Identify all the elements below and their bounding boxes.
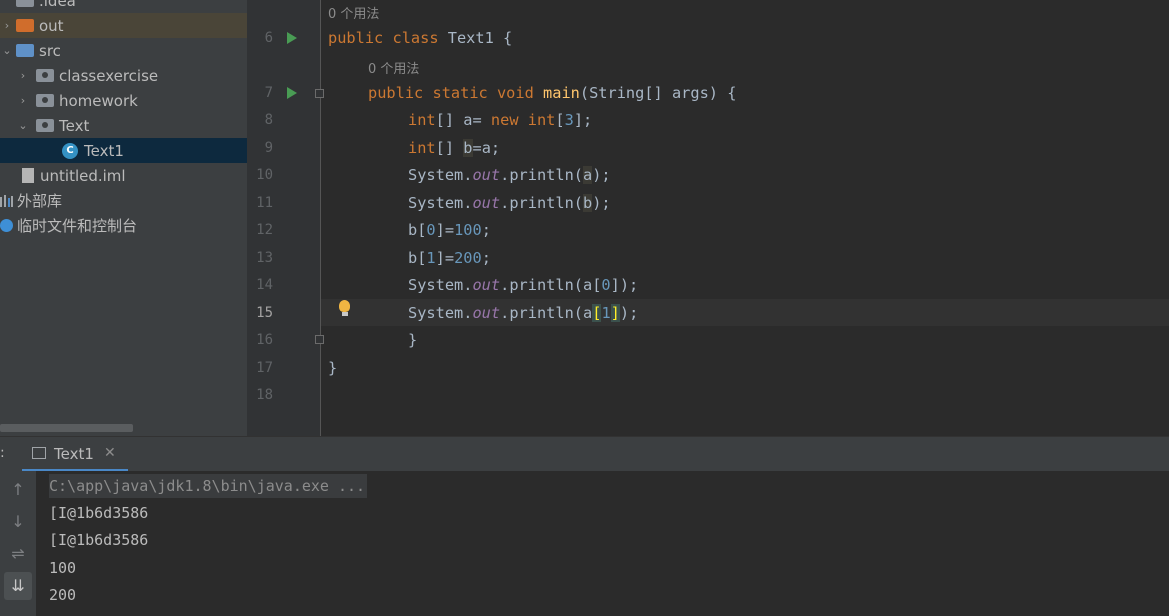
run-tab-text1[interactable]: Text1 ✕ [22, 437, 128, 472]
tree-item-label: out [39, 16, 64, 35]
code-line-17[interactable]: } [328, 357, 337, 379]
tree-item-out[interactable]: › out [0, 13, 247, 38]
code-line-6[interactable]: public class Text1 { [328, 27, 512, 49]
console-output-line: 100 [49, 559, 77, 577]
tree-item-label: untitled.iml [40, 166, 126, 185]
tree-item-label: src [39, 41, 61, 60]
chevron-right-icon[interactable]: › [16, 69, 30, 82]
package-icon [36, 69, 54, 82]
soft-wrap-icon[interactable]: ⇌ [4, 540, 32, 568]
usage-hint[interactable]: 0 个用法 [328, 3, 379, 22]
chevron-right-icon[interactable]: › [16, 94, 30, 107]
tree-item-label: Text1 [84, 141, 124, 160]
console-icon [32, 447, 46, 459]
line-number: 13 [256, 250, 273, 266]
chevron-right-icon[interactable]: › [0, 19, 14, 32]
line-number: 12 [256, 222, 273, 238]
console-output[interactable]: C:\app\java\jdk1.8\bin\java.exe ... [I@1… [36, 471, 1169, 616]
tree-item-classexercise[interactable]: › classexercise [0, 63, 247, 88]
tree-item-label: homework [59, 91, 138, 110]
chevron-down-icon[interactable]: ⌄ [16, 119, 30, 132]
console-output-line: [I@1b6d3586 [49, 504, 149, 522]
lightbulb-base [342, 312, 348, 316]
tool-window-label: : [0, 445, 5, 461]
tree-item-untitled-iml[interactable]: untitled.iml [0, 163, 247, 188]
tree-item-label: 临时文件和控制台 [17, 217, 138, 235]
code-line-9[interactable]: int[] b=a; [408, 137, 500, 159]
tree-item-label: 外部库 [17, 192, 63, 210]
tree-item-idea[interactable]: .idea [0, 0, 247, 13]
code-line-16[interactable]: } [408, 329, 417, 351]
java-class-icon: C [62, 142, 78, 159]
line-number: 9 [264, 140, 273, 156]
line-number: 17 [256, 360, 273, 376]
line-number: 14 [256, 277, 273, 293]
run-tab-title: Text1 [54, 445, 94, 463]
project-panel: .idea › out ⌄ src › classexercise › home… [0, 0, 247, 436]
line-number: 11 [256, 195, 273, 211]
arrow-up-icon[interactable]: ↑ [4, 476, 32, 504]
tree-item-text[interactable]: ⌄ Text [0, 113, 247, 138]
run-main-icon[interactable] [287, 87, 297, 99]
code-line-8[interactable]: int[] a= new int[3]; [408, 109, 592, 131]
code-line-14[interactable]: System.out.println(a[0]); [408, 274, 638, 296]
libraries-icon [0, 194, 13, 207]
run-toolbar: ↑ ↓ ⇌ ⇊ [0, 471, 36, 616]
code-line-12[interactable]: b[0]=100; [408, 219, 491, 241]
line-number: 7 [264, 85, 273, 101]
package-icon [36, 119, 54, 132]
line-number: 10 [256, 167, 273, 183]
tree-item-src[interactable]: ⌄ src [0, 38, 247, 63]
chevron-down-icon[interactable]: ⌄ [0, 44, 14, 57]
run-class-icon[interactable] [287, 32, 297, 44]
code-line-15[interactable]: System.out.println(a[1]); [408, 302, 638, 324]
tree-item-text1[interactable]: C Text1 [0, 138, 247, 163]
source-folder-icon [16, 44, 34, 57]
tree-item-external-libraries[interactable]: 外部库 [0, 188, 247, 213]
folder-icon [16, 19, 34, 32]
scroll-to-end-icon[interactable]: ⇊ [4, 572, 32, 600]
console-output-line: [I@1b6d3586 [49, 531, 149, 549]
fold-icon[interactable] [315, 89, 324, 98]
console-output-line: 200 [49, 586, 77, 604]
scratches-icon [0, 219, 13, 232]
usage-hint[interactable]: 0 个用法 [368, 58, 419, 77]
tree-item-scratches[interactable]: 临时文件和控制台 [0, 213, 247, 238]
tree-item-label: Text [59, 116, 90, 135]
arrow-down-icon[interactable]: ↓ [4, 508, 32, 536]
horizontal-scrollbar[interactable] [0, 424, 133, 432]
close-icon[interactable]: ✕ [104, 445, 116, 461]
tree-item-homework[interactable]: › homework [0, 88, 247, 113]
fold-icon[interactable] [315, 335, 324, 344]
line-number: 6 [264, 30, 273, 46]
code-line-11[interactable]: System.out.println(b); [408, 192, 611, 214]
gutter-divider [320, 0, 321, 436]
line-number: 16 [256, 332, 273, 348]
code-line-10[interactable]: System.out.println(a); [408, 164, 611, 186]
run-tool-window-header: : Text1 ✕ [0, 436, 1169, 472]
tree-item-label: .idea [39, 0, 76, 10]
code-line-7[interactable]: public static void main(String[] args) { [368, 82, 736, 104]
line-number: 18 [256, 387, 273, 403]
tree-item-label: classexercise [59, 66, 159, 85]
code-editor[interactable]: 6 7 8 9 10 11 12 13 14 15 16 17 18 0 个用法… [247, 0, 1169, 436]
line-number-current: 15 [256, 305, 273, 321]
line-number: 8 [264, 112, 273, 128]
code-line-13[interactable]: b[1]=200; [408, 247, 491, 269]
module-file-icon [22, 168, 34, 183]
package-icon [36, 94, 54, 107]
lightbulb-icon[interactable] [339, 300, 350, 312]
console-command-line: C:\app\java\jdk1.8\bin\java.exe ... [49, 474, 368, 498]
folder-icon [16, 0, 34, 7]
